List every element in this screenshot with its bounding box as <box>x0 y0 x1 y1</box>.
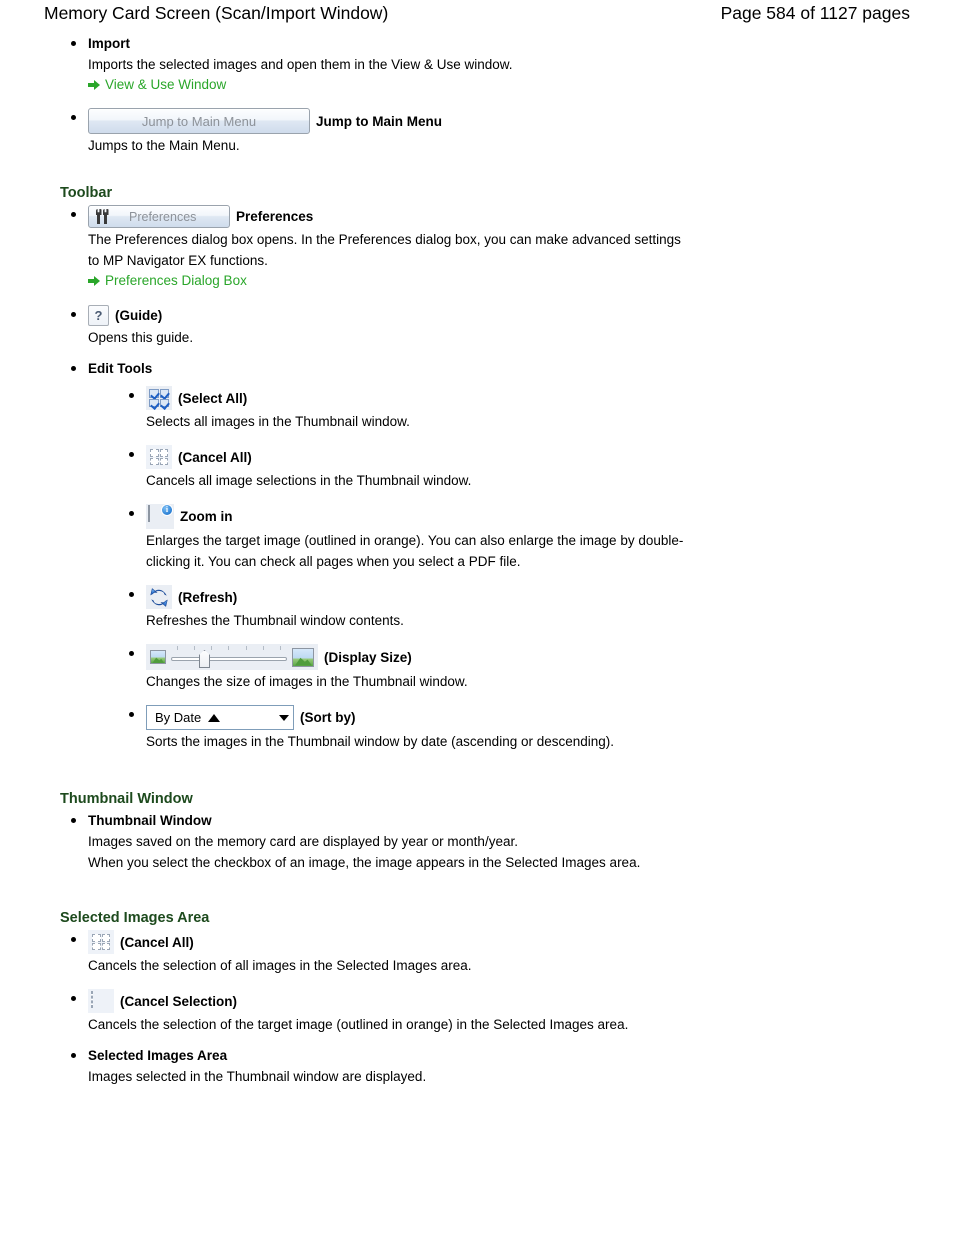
ascending-arrow-icon[interactable] <box>208 713 221 722</box>
section-heading-selected-images-area: Selected Images Area <box>60 910 210 926</box>
list-item-guide: ? (Guide) Opens this guide. <box>60 305 910 347</box>
preferences-button-label: Preferences <box>129 209 197 224</box>
selected-images-area-label: Selected Images Area <box>88 1048 228 1063</box>
sort-by-value: By Date <box>155 710 202 725</box>
list-item-preferences: Preferences Preferences The Preferences … <box>60 205 910 290</box>
display-size-slider[interactable] <box>146 644 318 670</box>
list-item-cancel-all-selected: (Cancel All) Cancels the selection of al… <box>60 930 910 975</box>
cancel-selection-box-icon[interactable] <box>88 989 114 1013</box>
arrow-right-icon <box>88 275 101 286</box>
preferences-button[interactable]: Preferences <box>88 205 230 228</box>
preferences-description-line1: The Preferences dialog box opens. In the… <box>88 232 681 247</box>
list-item-cancel-selection: (Cancel Selection) Cancels the selection… <box>60 989 910 1034</box>
cancel-all-grid-icon[interactable] <box>146 445 172 469</box>
section-heading-toolbar: Toolbar <box>60 185 113 201</box>
small-picture-icon <box>150 650 166 664</box>
list-item-select-all: (Select All) Selects all images in the T… <box>118 386 910 431</box>
zoom-in-description-line2: clicking it. You can check all pages whe… <box>146 554 521 569</box>
jump-to-main-menu-caption: Jump to Main Menu <box>316 113 442 129</box>
jump-to-main-menu-button-label: Jump to Main Menu <box>141 113 257 129</box>
list-item-display-size: (Display Size) Changes the size of image… <box>118 644 910 691</box>
list-item-thumbnail-window: Thumbnail Window Images saved on the mem… <box>60 811 910 872</box>
list-item-import: Import Imports the selected images and o… <box>60 34 910 94</box>
select-all-description: Selects all images in the Thumbnail wind… <box>146 414 410 429</box>
cancel-all-selected-description: Cancels the selection of all images in t… <box>88 958 472 973</box>
guide-caption: (Guide) <box>115 308 163 323</box>
info-badge-icon: i <box>161 504 173 516</box>
slider-track[interactable] <box>171 646 287 668</box>
display-size-description: Changes the size of images in the Thumbn… <box>146 674 468 689</box>
thumbnail-window-list: Thumbnail Window Images saved on the mem… <box>44 811 910 872</box>
chevron-down-icon[interactable] <box>279 714 289 721</box>
zoom-in-description-line1: Enlarges the target image (outlined in o… <box>146 533 684 548</box>
page-header: Memory Card Screen (Scan/Import Window) … <box>0 0 954 34</box>
edit-tools-list: (Select All) Selects all images in the T… <box>88 386 910 751</box>
preferences-description-line2: to MP Navigator EX functions. <box>88 253 268 268</box>
slider-rail <box>171 657 287 661</box>
cancel-all-description: Cancels all image selections in the Thum… <box>146 473 472 488</box>
guide-question-icon[interactable]: ? <box>88 305 109 326</box>
link-label: Preferences Dialog Box <box>105 273 247 288</box>
link-preferences-dialog-box[interactable]: Preferences Dialog Box <box>88 271 247 290</box>
thumbnail-window-description-line2: When you select the checkbox of an image… <box>88 855 641 870</box>
slider-ticks <box>177 646 281 651</box>
slider-thumb[interactable] <box>199 650 210 668</box>
toolbar-list: Preferences Preferences The Preferences … <box>44 205 910 751</box>
page-number-indicator: Page 584 of 1127 pages <box>720 3 910 23</box>
sort-by-caption: (Sort by) <box>300 710 356 725</box>
sort-by-description: Sorts the images in the Thumbnail window… <box>146 734 615 749</box>
preferences-caption: Preferences <box>236 209 314 224</box>
list-item-selected-images-area: Selected Images Area Images selected in … <box>60 1046 910 1086</box>
zoom-in-caption: Zoom in <box>180 509 233 524</box>
jump-to-main-menu-description: Jumps to the Main Menu. <box>88 138 240 153</box>
list-item-edit-tools: Edit Tools (Select All) Selects all imag… <box>60 359 910 751</box>
picture-icon <box>148 505 150 522</box>
link-label: View & Use Window <box>105 77 227 92</box>
list-item-zoom-in: i Zoom in Enlarges the target image (out… <box>118 504 910 571</box>
list-item-cancel-all: (Cancel All) Cancels all image selection… <box>118 445 910 490</box>
display-size-caption: (Display Size) <box>324 649 412 665</box>
arrow-right-icon <box>88 79 101 90</box>
zoom-in-picture-icon[interactable]: i <box>146 504 174 529</box>
cancel-selection-caption: (Cancel Selection) <box>120 993 238 1009</box>
edit-tools-label: Edit Tools <box>88 361 153 376</box>
tools-icon <box>95 209 111 224</box>
jump-to-main-menu-button[interactable]: Jump to Main Menu <box>88 108 310 134</box>
page-title: Memory Card Screen (Scan/Import Window) <box>44 3 389 23</box>
select-all-caption: (Select All) <box>178 390 248 406</box>
thumbnail-window-label: Thumbnail Window <box>88 813 212 828</box>
cancel-selection-description: Cancels the selection of the target imag… <box>88 1017 629 1032</box>
cancel-all-caption: (Cancel All) <box>178 449 252 465</box>
guide-description: Opens this guide. <box>88 330 194 345</box>
page-content: Import Imports the selected images and o… <box>0 34 954 1086</box>
list-item-refresh: (Refresh) Refreshes the Thumbnail window… <box>118 585 910 630</box>
select-all-grid-icon[interactable] <box>146 386 172 410</box>
cancel-all-grid-icon[interactable] <box>88 930 114 954</box>
refresh-caption: (Refresh) <box>178 589 238 605</box>
link-view-and-use-window[interactable]: View & Use Window <box>88 75 226 94</box>
list-item-jump-to-main-menu: Jump to Main Menu Jump to Main Menu Jump… <box>60 108 910 155</box>
thumbnail-window-description-line1: Images saved on the memory card are disp… <box>88 834 518 849</box>
refresh-icon[interactable] <box>146 585 172 609</box>
cancel-all-caption: (Cancel All) <box>120 934 194 950</box>
sort-by-combobox[interactable]: By Date <box>146 705 294 730</box>
large-picture-icon <box>292 647 314 667</box>
intro-list: Import Imports the selected images and o… <box>44 34 910 155</box>
selected-images-area-description: Images selected in the Thumbnail window … <box>88 1069 427 1084</box>
refresh-description: Refreshes the Thumbnail window contents. <box>146 613 404 628</box>
import-label: Import <box>88 36 130 51</box>
import-description: Imports the selected images and open the… <box>88 57 513 72</box>
selected-images-area-list: (Cancel All) Cancels the selection of al… <box>44 930 910 1086</box>
section-heading-thumbnail-window: Thumbnail Window <box>60 791 193 807</box>
list-item-sort-by: By Date (Sort by) Sorts the images in th… <box>118 705 910 751</box>
